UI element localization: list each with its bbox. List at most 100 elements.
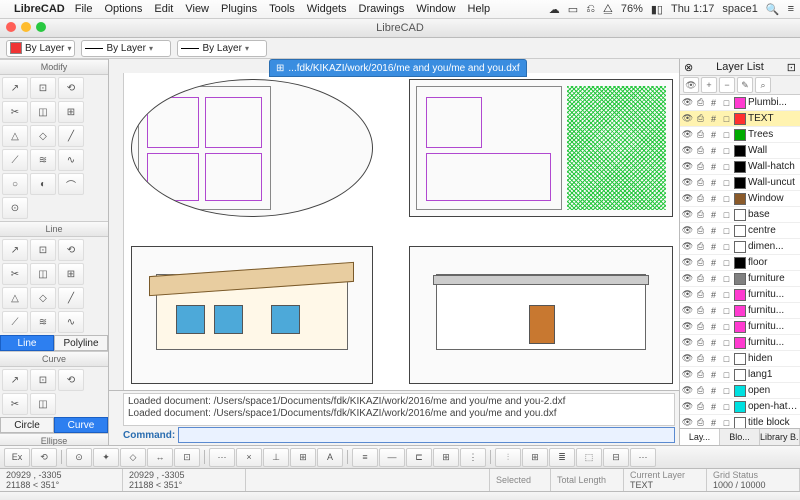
tool-button[interactable]: △ xyxy=(2,125,28,147)
print-icon[interactable]: ⎙ xyxy=(695,401,706,412)
hash-icon[interactable]: # xyxy=(708,161,719,172)
menu-plugins[interactable]: Plugins xyxy=(221,3,257,15)
snap-button[interactable]: ⊟ xyxy=(603,448,629,467)
lock-icon[interactable]: □ xyxy=(721,145,732,156)
close-button[interactable] xyxy=(6,22,16,32)
menu-drawings[interactable]: Drawings xyxy=(359,3,405,15)
eye-icon[interactable]: 👁 xyxy=(682,273,693,284)
tool-button[interactable]: ✂ xyxy=(2,263,28,285)
snap-button[interactable]: A xyxy=(317,448,343,467)
layer-row[interactable]: 👁⎙#□Plumbi... xyxy=(680,95,800,111)
layer-row[interactable]: 👁⎙#□furnitu... xyxy=(680,335,800,351)
tool-button[interactable]: ⟲ xyxy=(58,369,84,391)
tool-button[interactable]: ⟲ xyxy=(58,239,84,261)
tab-circle[interactable]: Circle xyxy=(0,417,54,433)
lock-icon[interactable]: □ xyxy=(721,177,732,188)
tool-button[interactable]: ◫ xyxy=(30,101,56,123)
print-icon[interactable]: ⎙ xyxy=(695,305,706,316)
tool-button[interactable]: ≋ xyxy=(30,149,56,171)
snap-button[interactable]: ✦ xyxy=(93,448,119,467)
snap-button[interactable]: ≡ xyxy=(352,448,378,467)
layer-row[interactable]: 👁⎙#□Window xyxy=(680,191,800,207)
app-name[interactable]: LibreCAD xyxy=(14,3,65,15)
eye-icon[interactable]: 👁 xyxy=(682,97,693,108)
tool-button[interactable]: ↗ xyxy=(2,77,28,99)
hash-icon[interactable]: # xyxy=(708,145,719,156)
tool-button[interactable]: ⊡ xyxy=(30,239,56,261)
hash-icon[interactable]: # xyxy=(708,417,719,428)
menu-help[interactable]: Help xyxy=(468,3,491,15)
tool-button[interactable]: ⊞ xyxy=(58,101,84,123)
lock-icon[interactable]: □ xyxy=(721,305,732,316)
eye-icon[interactable]: 👁 xyxy=(682,417,693,428)
hash-icon[interactable]: # xyxy=(708,209,719,220)
snap-button[interactable]: ⊞ xyxy=(433,448,459,467)
tab-library[interactable]: Library B... xyxy=(760,429,800,445)
menu-tools[interactable]: Tools xyxy=(269,3,295,15)
menu-options[interactable]: Options xyxy=(104,3,142,15)
color-selector[interactable]: By Layer▾ xyxy=(6,40,75,57)
layer-row[interactable]: 👁⎙#□lang1 xyxy=(680,367,800,383)
hash-icon[interactable]: # xyxy=(708,257,719,268)
hash-icon[interactable]: # xyxy=(708,273,719,284)
menu-widgets[interactable]: Widgets xyxy=(307,3,347,15)
menu-file[interactable]: File xyxy=(75,3,93,15)
snap-button[interactable]: ⫶ xyxy=(495,448,521,467)
eye-icon[interactable]: 👁 xyxy=(682,353,693,364)
print-icon[interactable]: ⎙ xyxy=(695,177,706,188)
layer-row[interactable]: 👁⎙#□base xyxy=(680,207,800,223)
eye-icon[interactable]: 👁 xyxy=(682,337,693,348)
lock-icon[interactable]: □ xyxy=(721,241,732,252)
lock-icon[interactable]: □ xyxy=(721,97,732,108)
lock-icon[interactable]: □ xyxy=(721,321,732,332)
tool-button[interactable]: ⊞ xyxy=(58,263,84,285)
tab-curve[interactable]: Curve xyxy=(54,417,108,433)
hash-icon[interactable]: # xyxy=(708,353,719,364)
hash-icon[interactable]: # xyxy=(708,113,719,124)
zoom-button[interactable] xyxy=(36,22,46,32)
tab-polyline[interactable]: Polyline xyxy=(54,335,108,351)
layer-row[interactable]: 👁⎙#□Wall xyxy=(680,143,800,159)
eye-icon[interactable]: 👁 xyxy=(682,161,693,172)
menu-view[interactable]: View xyxy=(185,3,209,15)
tool-button[interactable]: ⊡ xyxy=(30,369,56,391)
notification-icon[interactable]: ≡ xyxy=(788,3,794,15)
linetype-selector[interactable]: By Layer▾ xyxy=(177,40,267,57)
hash-icon[interactable]: # xyxy=(708,129,719,140)
tool-button[interactable]: ○ xyxy=(2,173,28,195)
lock-icon[interactable]: □ xyxy=(721,257,732,268)
linewidth-selector[interactable]: By Layer▾ xyxy=(81,40,171,57)
layer-row[interactable]: 👁⎙#□furnitu... xyxy=(680,303,800,319)
snap-button[interactable]: × xyxy=(236,448,262,467)
tool-button[interactable]: ⌒ xyxy=(58,173,84,195)
hash-icon[interactable]: # xyxy=(708,289,719,300)
tool-button[interactable]: ≋ xyxy=(30,311,56,333)
layer-edit-icon[interactable]: ✎ xyxy=(737,77,753,93)
snap-button[interactable]: ⋯ xyxy=(630,448,656,467)
tool-button[interactable]: ↗ xyxy=(2,369,28,391)
snap-button[interactable]: ⊞ xyxy=(522,448,548,467)
layer-row[interactable]: 👁⎙#□Trees xyxy=(680,127,800,143)
lock-icon[interactable]: □ xyxy=(721,273,732,284)
eye-icon[interactable]: 👁 xyxy=(682,129,693,140)
snap-button[interactable]: ⊙ xyxy=(66,448,92,467)
print-icon[interactable]: ⎙ xyxy=(695,369,706,380)
lock-icon[interactable]: □ xyxy=(721,353,732,364)
layer-row[interactable]: 👁⎙#□floor xyxy=(680,255,800,271)
tool-button[interactable]: ∿ xyxy=(58,149,84,171)
tool-button[interactable]: ╱ xyxy=(58,125,84,147)
hash-icon[interactable]: # xyxy=(708,321,719,332)
eye-all-icon[interactable]: 👁 xyxy=(683,77,699,93)
tab-line[interactable]: Line xyxy=(0,335,54,351)
hash-icon[interactable]: # xyxy=(708,401,719,412)
menu-window[interactable]: Window xyxy=(416,3,455,15)
layer-filter-icon[interactable]: ⌕ xyxy=(755,77,771,93)
eye-icon[interactable]: 👁 xyxy=(682,241,693,252)
panel-float-icon[interactable]: ⊡ xyxy=(787,61,796,74)
hash-icon[interactable]: # xyxy=(708,225,719,236)
eye-icon[interactable]: 👁 xyxy=(682,193,693,204)
layer-add-icon[interactable]: + xyxy=(701,77,717,93)
tool-button[interactable]: ◫ xyxy=(30,393,56,415)
snap-button[interactable]: ⊏ xyxy=(406,448,432,467)
tool-button[interactable]: ✂ xyxy=(2,393,28,415)
